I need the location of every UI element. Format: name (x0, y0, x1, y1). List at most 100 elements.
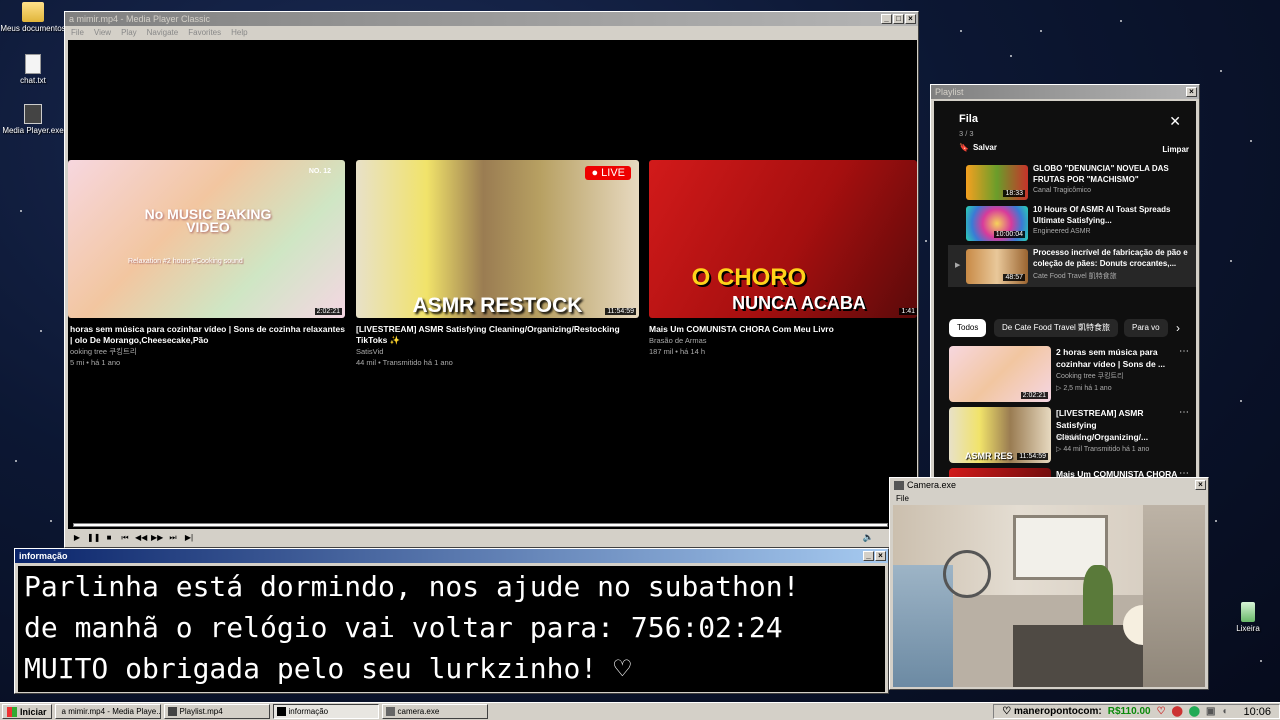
skip-forward-icon[interactable]: ⏭ (167, 532, 179, 544)
tray-chat-icon[interactable]: ▣ (1206, 706, 1215, 717)
camera-window[interactable]: Camera.exe × File (889, 477, 1209, 690)
tray-network-icon[interactable]: ⬤ (1189, 706, 1200, 717)
queue-channel: Cate Food Travel 凱特食旅 (1033, 273, 1117, 280)
camera-app-icon (894, 480, 904, 490)
info-titlebar[interactable]: informação _ × (15, 549, 888, 563)
clear-button[interactable]: Limpar (1162, 145, 1189, 154)
related-video[interactable]: ASMR RES 11:54:59 [LIVESTREAM] ASMR Sati… (949, 407, 1189, 463)
playlist-titlebar[interactable]: Playlist × (931, 85, 1199, 99)
task-media-player[interactable]: a mimir.mp4 - Media Playe... (54, 704, 161, 719)
menu-favorites[interactable]: Favorites (188, 28, 221, 37)
video-title[interactable]: horas sem música para cozinhar vídeo | S… (70, 324, 346, 346)
related-video[interactable]: 2:02:21 2 horas sem música para cozinhar… (949, 346, 1189, 402)
minimize-button[interactable]: _ (881, 14, 892, 24)
camera-menubar: File (890, 492, 1208, 504)
menu-view[interactable]: View (94, 28, 111, 37)
video-thumbnail-asmr[interactable]: ● LIVE ASMR RESTOCK 11:54:59 (356, 160, 639, 318)
chip-channel[interactable]: De Cate Food Travel 凱特食旅 (994, 319, 1119, 337)
video-title[interactable]: Mais Um COMUNISTA CHORA Com Meu Livro (649, 324, 917, 335)
video-area[interactable]: No MUSIC BAKING VIDEO Relaxation #2 hour… (68, 40, 917, 529)
queue-count: 3 / 3 (959, 129, 974, 138)
more-options-icon[interactable]: ⋯ (1179, 407, 1189, 418)
close-button[interactable]: × (875, 551, 886, 561)
video-duration: 2:02:21 (314, 308, 342, 315)
queue-item[interactable]: 10:00:04 10 Hours Of ASMR AI Toast Sprea… (966, 204, 1191, 242)
chip-all[interactable]: Todos (949, 319, 987, 337)
windows-logo-icon (7, 706, 17, 717)
queue-thumbnail: 48:57 (966, 249, 1028, 284)
video-meta: 44 mil • Transmitido há 1 ano (356, 358, 453, 367)
menu-navigate[interactable]: Navigate (147, 28, 179, 37)
bookmark-icon: 🔖 (959, 143, 969, 152)
desktop-icon-my-documents[interactable]: Meus documentos (0, 2, 66, 33)
thumb-text-1: O CHORO (691, 264, 807, 291)
console-icon (276, 707, 286, 716)
related-meta: ▷ 44 mil Transmitido há 1 ano (1056, 446, 1150, 453)
menu-help[interactable]: Help (231, 28, 247, 37)
related-channel: Cooking tree 쿠킹트리 (1056, 373, 1124, 380)
media-player-window[interactable]: a mimir.mp4 - Media Player Classic _ □ ×… (64, 11, 919, 548)
more-options-icon[interactable]: ⋯ (1179, 346, 1189, 357)
close-button[interactable]: × (905, 14, 916, 24)
save-button[interactable]: 🔖 Salvar (959, 143, 997, 152)
close-button[interactable]: × (1195, 480, 1206, 490)
desktop-icon-chat-txt[interactable]: chat.txt (0, 54, 66, 85)
recycle-bin-icon (1241, 602, 1255, 622)
rewind-icon[interactable]: ◀◀ (135, 532, 147, 544)
taskbar: Iniciar a mimir.mp4 - Media Playe... Pla… (0, 702, 1280, 720)
queue-channel: Engineered ASMR (1033, 228, 1091, 235)
related-meta: ▷ 2,5 mi há 1 ano (1056, 385, 1112, 392)
close-icon[interactable]: ✕ (1169, 113, 1181, 130)
playlist-window[interactable]: Playlist × Fila 3 / 3 ✕ 🔖 Salvar Limpar … (930, 84, 1200, 480)
task-info[interactable]: informação (272, 704, 379, 719)
video-channel[interactable]: ooking tree 쿠킹트리 (70, 346, 137, 357)
forward-icon[interactable]: ▶▶ (151, 532, 163, 544)
skip-back-icon[interactable]: ⏮ (119, 532, 131, 544)
queue-item-current[interactable]: 48:57 Processo incrível de fabricação de… (966, 247, 1191, 285)
close-button[interactable]: × (1186, 87, 1197, 97)
tray-shield-icon[interactable]: ⬤ (1172, 706, 1183, 717)
menu-play[interactable]: Play (121, 28, 137, 37)
queue-item[interactable]: 18:33 GLOBO "DENUNCIA" NOVELA DAS FRUTAS… (966, 163, 1191, 201)
camera-titlebar[interactable]: Camera.exe × (890, 478, 1208, 492)
video-channel[interactable]: Brasão de Armas (649, 335, 707, 346)
chevron-right-icon[interactable]: › (1176, 321, 1180, 335)
video-title[interactable]: [LIVESTREAM] ASMR Satisfying Cleaning/Or… (356, 324, 636, 346)
info-line: Parlinha está dormindo, nos ajude no sub… (24, 570, 800, 603)
info-line: MUITO obrigada pelo seu lurkzinho! ♡ (24, 652, 631, 685)
tray-money: R$110.00 (1107, 706, 1151, 717)
tray-heart-icon[interactable]: ♡ (1157, 706, 1166, 717)
media-player-titlebar[interactable]: a mimir.mp4 - Media Player Classic _ □ × (65, 12, 918, 26)
minimize-button[interactable]: _ (863, 551, 874, 561)
clock[interactable]: 10:06 (1243, 706, 1271, 718)
desktop-icon-media-player[interactable]: Media Player.exe (0, 104, 66, 135)
task-playlist[interactable]: Playlist.mp4 (163, 704, 270, 719)
start-button[interactable]: Iniciar (2, 704, 52, 719)
seek-bar[interactable] (73, 523, 888, 527)
info-title: informação (19, 551, 68, 561)
stop-icon[interactable]: ■ (103, 532, 115, 544)
frame-step-icon[interactable]: ▶| (183, 532, 195, 544)
menu-file[interactable]: File (71, 28, 84, 37)
queue-thumbnail: 18:33 (966, 165, 1028, 200)
chip-for-you[interactable]: Para vo (1124, 319, 1168, 337)
video-meta: 5 mi • há 1 ano (70, 358, 121, 367)
queue-title: Processo incrível de fabricação de pão e… (1033, 248, 1188, 268)
task-camera[interactable]: camera.exe (381, 704, 488, 719)
volume-icon[interactable]: 🔈 (863, 532, 874, 543)
play-icon[interactable]: ▶ (71, 532, 83, 544)
related-channel: SatisVid (1056, 434, 1082, 441)
camera-title: Camera.exe (907, 480, 957, 490)
video-channel[interactable]: SatisVid (356, 346, 383, 357)
desktop-icon-recycle-bin[interactable]: Lixeira (1215, 602, 1280, 633)
thumb-text-2: NUNCA ACABA (732, 293, 866, 313)
menu-file[interactable]: File (896, 494, 909, 503)
pause-icon[interactable]: ❚❚ (87, 532, 100, 544)
queue-title: GLOBO "DENUNCIA" NOVELA DAS FRUTAS POR "… (1033, 164, 1169, 184)
video-thumbnail-baking[interactable]: No MUSIC BAKING VIDEO Relaxation #2 hour… (68, 160, 345, 318)
info-window[interactable]: informação _ × Parlinha está dormindo, n… (14, 548, 889, 694)
maximize-button[interactable]: □ (893, 14, 904, 24)
video-thumbnail-comunista[interactable]: O CHORO NUNCA ACABA 1:41 (649, 160, 917, 318)
tray-volume-icon[interactable]: ◖ (1221, 706, 1227, 717)
media-player-icon (24, 104, 42, 124)
